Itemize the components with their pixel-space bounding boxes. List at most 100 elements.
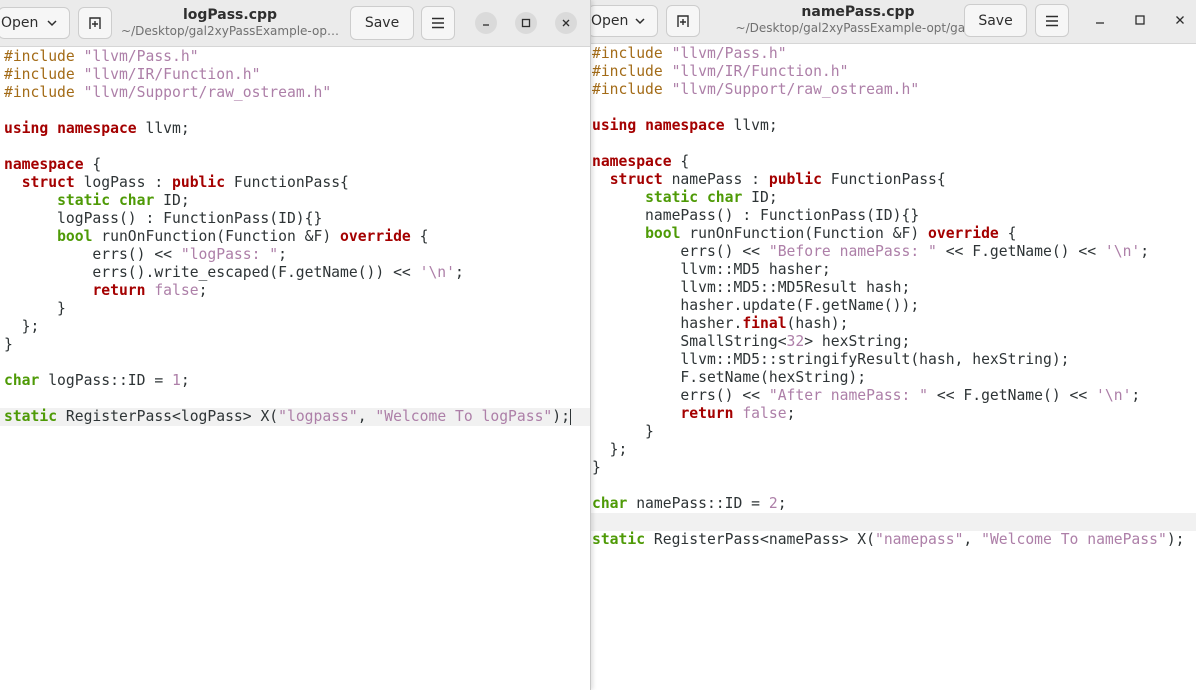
code-line[interactable]: namespace {	[588, 153, 1196, 171]
code-token: #include	[4, 66, 84, 83]
code-line[interactable]: #include "llvm/Pass.h"	[0, 48, 590, 66]
code-line[interactable]	[0, 102, 590, 120]
code-token: F.setName(hexString);	[592, 369, 867, 386]
menu-button[interactable]	[421, 6, 455, 40]
code-line[interactable]: }	[588, 423, 1196, 441]
code-line[interactable]: #include "llvm/Support/raw_ostream.h"	[0, 84, 590, 102]
code-token: "namepass"	[874, 531, 964, 548]
save-button[interactable]: Save	[964, 4, 1027, 37]
code-token: public	[768, 171, 822, 188]
code-line[interactable]: #include "llvm/Pass.h"	[588, 45, 1196, 63]
code-line[interactable]: errs() << "logPass: ";	[0, 246, 590, 264]
code-line[interactable]: static RegisterPass<logPass> X("logpass"…	[0, 408, 590, 426]
code-line[interactable]: }	[588, 459, 1196, 477]
code-token: (hash);	[786, 315, 849, 332]
code-line[interactable]	[588, 99, 1196, 117]
code-line[interactable]	[0, 390, 590, 408]
close-button[interactable]	[1169, 9, 1191, 31]
code-token: );	[552, 408, 570, 425]
code-line[interactable]: logPass() : FunctionPass(ID){}	[0, 210, 590, 228]
code-line[interactable]	[588, 135, 1196, 153]
code-line[interactable]	[0, 354, 590, 372]
code-line[interactable]: #include "llvm/IR/Function.h"	[0, 66, 590, 84]
code-line[interactable]: llvm::MD5::MD5Result hash;	[588, 279, 1196, 297]
code-line[interactable]: bool runOnFunction(Function &F) override…	[588, 225, 1196, 243]
code-line[interactable]: errs() << "After namePass: " << F.getNam…	[588, 387, 1196, 405]
code-token: "llvm/IR/Function.h"	[671, 63, 849, 80]
code-token: hasher.update(F.getName());	[592, 297, 920, 314]
open-button-label: Open	[591, 13, 629, 29]
open-button-label: Open	[1, 15, 39, 31]
code-line[interactable]: #include "llvm/Support/raw_ostream.h"	[588, 81, 1196, 99]
code-line[interactable]	[0, 138, 590, 156]
maximize-button[interactable]	[1129, 9, 1151, 31]
window-subtitle: ~/Desktop/gal2xyPassExample-opt/gal…	[735, 21, 981, 35]
code-line[interactable]: char logPass::ID = 1;	[0, 372, 590, 390]
new-tab-button[interactable]	[666, 5, 700, 37]
minimize-button[interactable]	[475, 12, 497, 34]
code-line[interactable]: using namespace llvm;	[0, 120, 590, 138]
code-token: static	[592, 531, 646, 548]
code-line[interactable]: #include "llvm/IR/Function.h"	[588, 63, 1196, 81]
code-line[interactable]: };	[588, 441, 1196, 459]
code-editor[interactable]: #include "llvm/Pass.h" #include "llvm/IR/…	[588, 44, 1196, 690]
hamburger-menu-icon	[1046, 15, 1058, 26]
new-tab-icon	[677, 15, 689, 27]
close-button[interactable]	[555, 12, 577, 34]
code-token: #include	[4, 84, 84, 101]
code-token: llvm::MD5 hasher;	[592, 261, 831, 278]
save-button-label: Save	[978, 12, 1013, 29]
code-token: ,	[357, 408, 376, 425]
save-button[interactable]: Save	[350, 6, 414, 40]
code-token: {	[998, 225, 1017, 242]
code-token: }	[4, 300, 66, 317]
open-button[interactable]: Open	[588, 5, 658, 37]
open-button[interactable]: Open	[0, 7, 70, 39]
code-line[interactable]: return false;	[0, 282, 590, 300]
menu-button[interactable]	[1035, 4, 1069, 37]
code-line[interactable]: static RegisterPass<namePass> X("namepas…	[588, 531, 1196, 549]
code-line[interactable]: errs() << "Before namePass: " << F.getNa…	[588, 243, 1196, 261]
code-line[interactable]: namePass() : FunctionPass(ID){}	[588, 207, 1196, 225]
code-token: static	[4, 408, 58, 425]
maximize-button[interactable]	[515, 12, 537, 34]
code-line[interactable]: char namePass::ID = 2;	[588, 495, 1196, 513]
code-editor[interactable]: #include "llvm/Pass.h" #include "llvm/IR/…	[0, 47, 590, 690]
code-line[interactable]: namespace {	[0, 156, 590, 174]
code-token: namespace	[4, 156, 84, 173]
code-line[interactable]: F.setName(hexString);	[588, 369, 1196, 387]
code-token: runOnFunction(Function &F)	[92, 228, 341, 245]
code-token: errs() <<	[592, 243, 769, 260]
code-line[interactable]: };	[0, 318, 590, 336]
code-token: ID;	[154, 192, 190, 209]
code-line[interactable]: llvm::MD5::stringifyResult(hash, hexStri…	[588, 351, 1196, 369]
code-token: bool	[645, 225, 681, 242]
code-line[interactable]: static char ID;	[0, 192, 590, 210]
logpass-editor-window: Open logPass.cpp ~/Desktop/gal2xyPassExa…	[0, 0, 591, 690]
code-token: "logpass"	[278, 408, 358, 425]
minimize-button[interactable]	[1089, 9, 1111, 31]
code-line[interactable]: struct namePass : public FunctionPass{	[588, 171, 1196, 189]
code-line[interactable]: hasher.final(hash);	[588, 315, 1196, 333]
code-token: llvm::MD5::MD5Result hash;	[592, 279, 911, 296]
code-line[interactable]: bool runOnFunction(Function &F) override…	[0, 228, 590, 246]
code-token: static	[57, 192, 111, 209]
code-line[interactable]: static char ID;	[588, 189, 1196, 207]
code-token: false	[154, 282, 199, 299]
headerbar: Open namePass.cpp ~/Desktop/gal2xyPassEx…	[588, 0, 1196, 44]
code-line[interactable]: hasher.update(F.getName());	[588, 297, 1196, 315]
code-line[interactable]	[588, 513, 1196, 531]
code-line[interactable]: errs().write_escaped(F.getName()) << '\n…	[0, 264, 590, 282]
code-line[interactable]	[588, 477, 1196, 495]
code-line[interactable]: llvm::MD5 hasher;	[588, 261, 1196, 279]
code-line[interactable]: return false;	[588, 405, 1196, 423]
code-line[interactable]: using namespace llvm;	[588, 117, 1196, 135]
code-line[interactable]: SmallString<32> hexString;	[588, 333, 1196, 351]
new-tab-button[interactable]	[78, 7, 112, 39]
code-line[interactable]: struct logPass : public FunctionPass{	[0, 174, 590, 192]
code-line[interactable]: }	[0, 300, 590, 318]
code-line[interactable]: }	[0, 336, 590, 354]
